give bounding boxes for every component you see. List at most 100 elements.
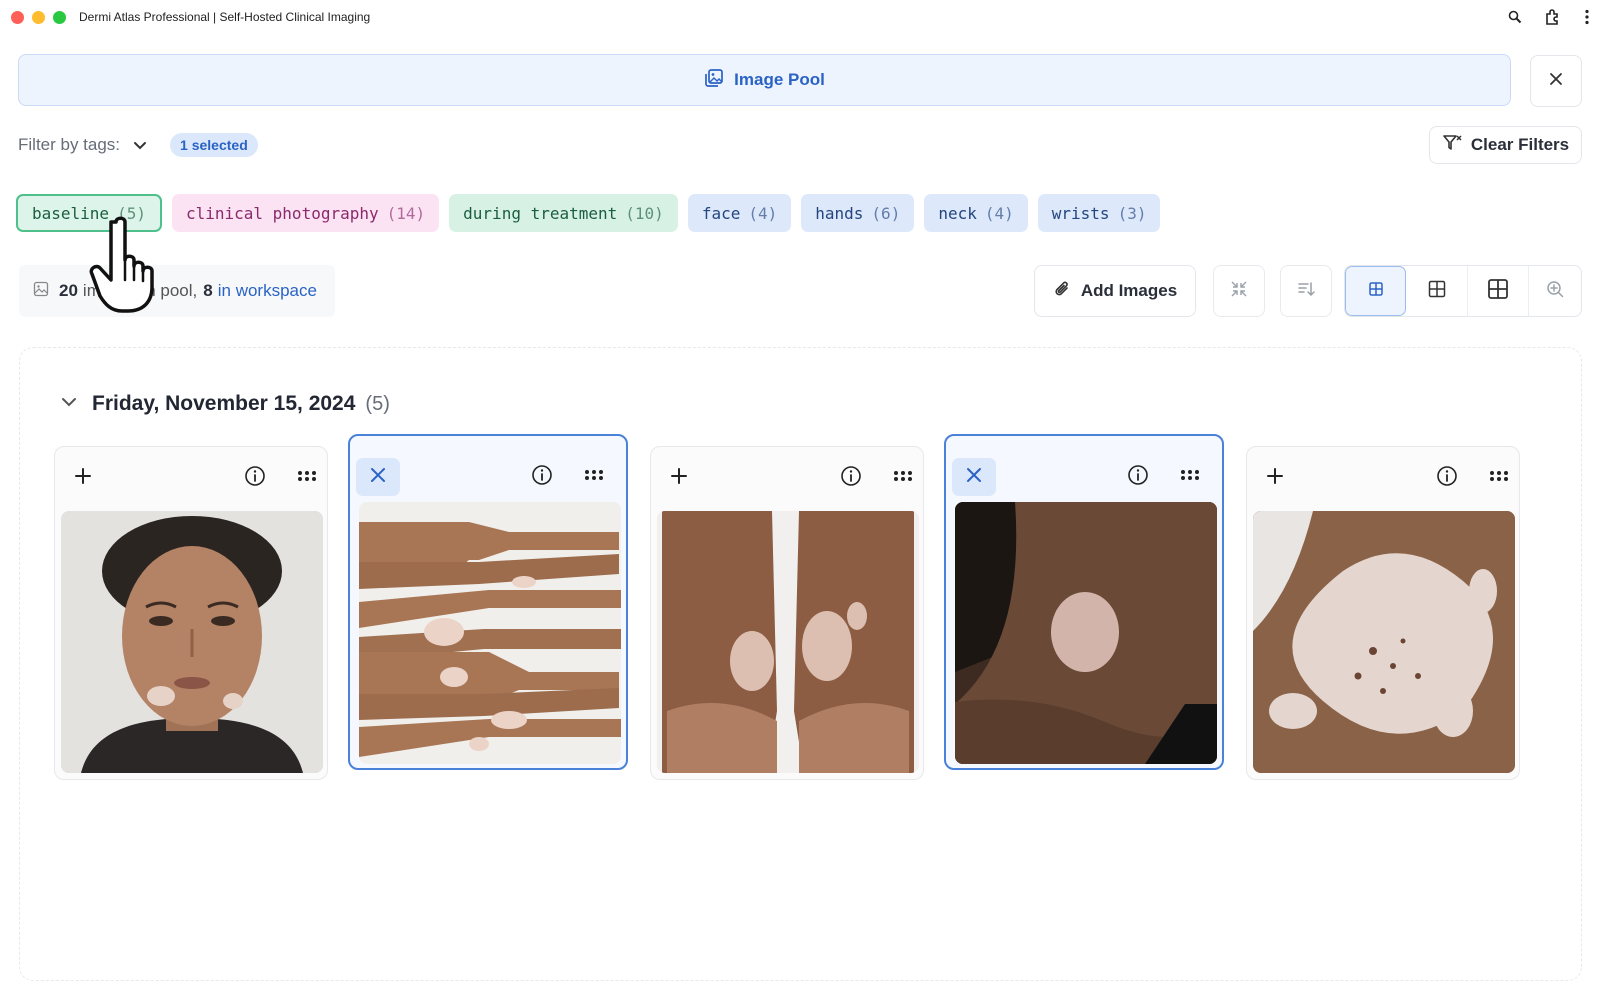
sort-button[interactable]: [1280, 265, 1332, 317]
extensions-icon[interactable]: [1544, 8, 1562, 26]
image-card-selected[interactable]: [944, 434, 1224, 770]
tag-label: hands: [815, 203, 864, 223]
info-icon: [1436, 465, 1458, 492]
image-drag-handle[interactable]: [572, 458, 616, 496]
tag-count: (14): [386, 203, 426, 223]
tag-neck[interactable]: neck (4): [924, 194, 1028, 232]
face-photo[interactable]: [61, 511, 323, 773]
filter-clear-icon: [1442, 133, 1462, 158]
tag-face[interactable]: face (4): [687, 194, 792, 232]
grid-large-button[interactable]: [1468, 266, 1530, 316]
image-info-button[interactable]: [829, 459, 873, 497]
tag-list: baseline (5) clinical photography (14) dur…: [16, 194, 1161, 232]
image-gallery-icon: [704, 68, 724, 93]
grip-dots-icon: [1489, 469, 1509, 487]
info-icon: [1127, 464, 1149, 491]
date-group-title: Friday, November 15, 2024: [92, 392, 356, 415]
image-info-button[interactable]: [1116, 458, 1160, 496]
grid-size-selector: [1344, 265, 1582, 317]
close-icon: [966, 467, 982, 488]
maximize-window-button[interactable]: [53, 10, 66, 24]
window-titlebar: Dermi Atlas Professional | Self-Hosted C…: [0, 0, 1600, 34]
tag-count: (3): [1117, 203, 1147, 223]
tag-label: wrists: [1051, 203, 1110, 223]
tag-clinical-photography[interactable]: clinical photography (14): [171, 194, 440, 232]
remove-from-workspace-button[interactable]: [952, 458, 996, 496]
image-drag-handle[interactable]: [881, 459, 925, 497]
selected-count-badge: 1 selected: [170, 133, 258, 157]
collapse-all-button[interactable]: [1213, 265, 1265, 317]
grip-dots-icon: [297, 469, 317, 487]
grid-small-button[interactable]: [1345, 266, 1407, 316]
grid-small-icon: [1368, 281, 1384, 302]
tag-count: (10): [625, 203, 664, 223]
add-to-workspace-button[interactable]: [657, 459, 701, 497]
tag-label: clinical photography: [185, 203, 379, 223]
window-controls: [11, 10, 66, 24]
close-pool-button[interactable]: [1530, 55, 1582, 107]
grid-medium-button[interactable]: [1406, 266, 1468, 316]
image-card[interactable]: [650, 446, 924, 780]
kebab-menu-icon[interactable]: [1584, 9, 1590, 25]
window-title: Dermi Atlas Professional | Self-Hosted C…: [79, 10, 371, 24]
plus-icon: [74, 467, 92, 490]
clear-filters-label: Clear Filters: [1470, 135, 1570, 154]
grip-dots-icon: [584, 468, 604, 486]
paperclip-icon: [1053, 279, 1071, 304]
wrists-photo[interactable]: [657, 511, 919, 773]
add-images-button[interactable]: Add Images: [1034, 265, 1196, 317]
close-icon: [370, 467, 386, 488]
date-group-header[interactable]: Friday, November 15, 2024 (5): [60, 389, 390, 419]
zoom-in-icon: [1546, 280, 1564, 303]
image-info-button[interactable]: [520, 458, 564, 496]
date-group-count: (5): [365, 392, 390, 415]
grip-dots-icon: [1180, 468, 1200, 486]
image-info-button[interactable]: [233, 459, 277, 497]
plus-icon: [1266, 467, 1284, 490]
tag-label: face: [701, 203, 741, 223]
image-drag-handle[interactable]: [285, 459, 329, 497]
plus-icon: [670, 467, 688, 490]
image-drag-handle[interactable]: [1477, 459, 1521, 497]
tag-count: (4): [984, 203, 1014, 223]
tag-during-treatment[interactable]: during treatment (10): [449, 194, 678, 232]
chevron-down-icon[interactable]: [60, 393, 78, 416]
sort-descending-icon: [1297, 280, 1315, 303]
hand-pointer-cursor-icon: [88, 214, 168, 319]
tag-count: (6): [871, 203, 901, 223]
image-pool-header[interactable]: Image Pool: [18, 54, 1511, 106]
pool-toolbar: Add Images: [0, 265, 1600, 317]
image-pool-title: Image Pool: [734, 70, 825, 89]
image-card[interactable]: [1246, 446, 1520, 780]
hands-photo[interactable]: [359, 502, 621, 764]
neck-photo[interactable]: [955, 502, 1217, 764]
image-card-selected[interactable]: [348, 434, 628, 770]
filter-label: Filter by tags:: [18, 135, 121, 154]
close-window-button[interactable]: [11, 10, 24, 24]
grip-dots-icon: [893, 469, 913, 487]
collapse-icon: [1230, 280, 1248, 303]
image-drag-handle[interactable]: [1168, 458, 1212, 496]
info-icon: [531, 464, 553, 491]
grid-large-icon: [1488, 278, 1509, 304]
image-card[interactable]: [54, 446, 328, 780]
tag-hands[interactable]: hands (6): [801, 194, 915, 232]
grid-medium-icon: [1428, 280, 1446, 303]
clear-filters-button[interactable]: Clear Filters: [1429, 126, 1582, 164]
tag-wrists[interactable]: wrists (3): [1037, 194, 1161, 232]
tag-count: (4): [748, 203, 778, 223]
tag-label: neck: [938, 203, 977, 223]
minimize-window-button[interactable]: [32, 10, 45, 24]
remove-from-workspace-button[interactable]: [356, 458, 400, 496]
add-to-workspace-button[interactable]: [61, 459, 105, 497]
image-info-button[interactable]: [1425, 459, 1469, 497]
info-icon: [244, 465, 266, 492]
chevron-down-icon[interactable]: [132, 137, 148, 153]
zoom-icon[interactable]: [1508, 10, 1522, 24]
tag-label: during treatment: [463, 203, 618, 223]
add-to-workspace-button[interactable]: [1253, 459, 1297, 497]
zoom-view-button[interactable]: [1529, 266, 1581, 316]
add-images-label: Add Images: [1080, 281, 1178, 300]
tag-filter-row: Filter by tags: 1 selected: [18, 130, 258, 160]
shoulder-photo[interactable]: [1253, 511, 1515, 773]
